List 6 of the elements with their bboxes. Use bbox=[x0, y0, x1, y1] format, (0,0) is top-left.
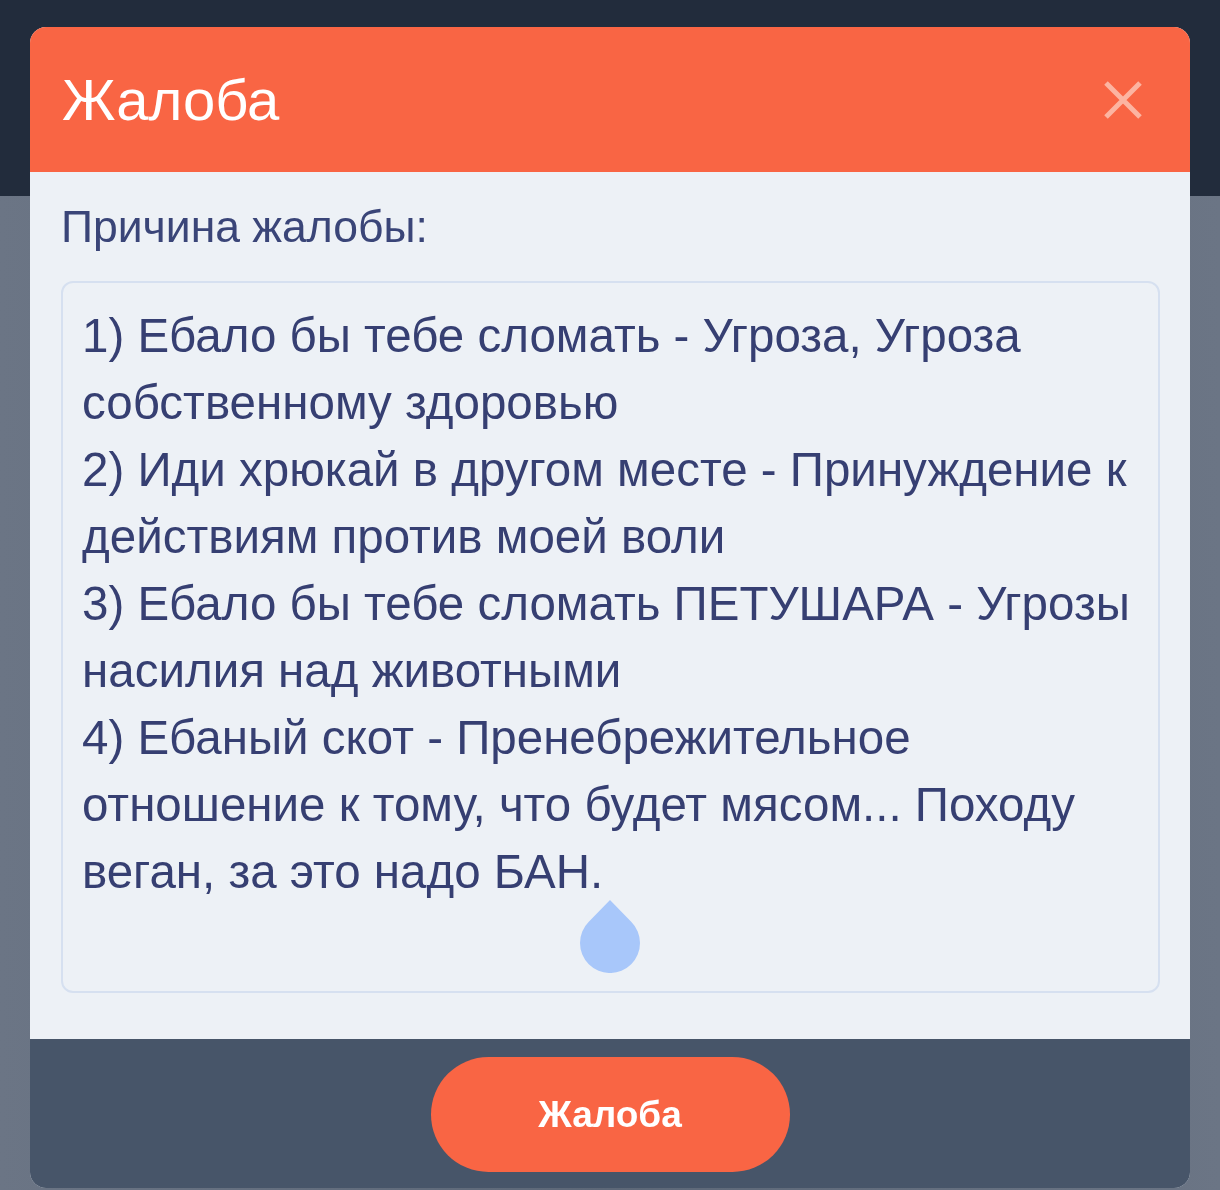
close-icon bbox=[1104, 80, 1142, 119]
cursor-handle-icon[interactable] bbox=[580, 900, 640, 973]
close-button[interactable] bbox=[1104, 80, 1142, 119]
reason-text-area[interactable]: 1) Ебало бы тебе сломать - Угроза, Угроза собственному здоровью 2) Иди хрюкай в другом месте - Принуждение к действиям против моей воли 3) Ебало бы тебе сломать ПЕТУШАРА - Угрозы насилия над животными 4) Ебаный скот - Пренебрежительное отношение к тому, что будет мясом... Походу веган, за это надо БАН. bbox=[61, 281, 1160, 993]
field-label: Причина жалобы: bbox=[61, 201, 428, 253]
dialog-title: Жалоба bbox=[62, 70, 280, 129]
